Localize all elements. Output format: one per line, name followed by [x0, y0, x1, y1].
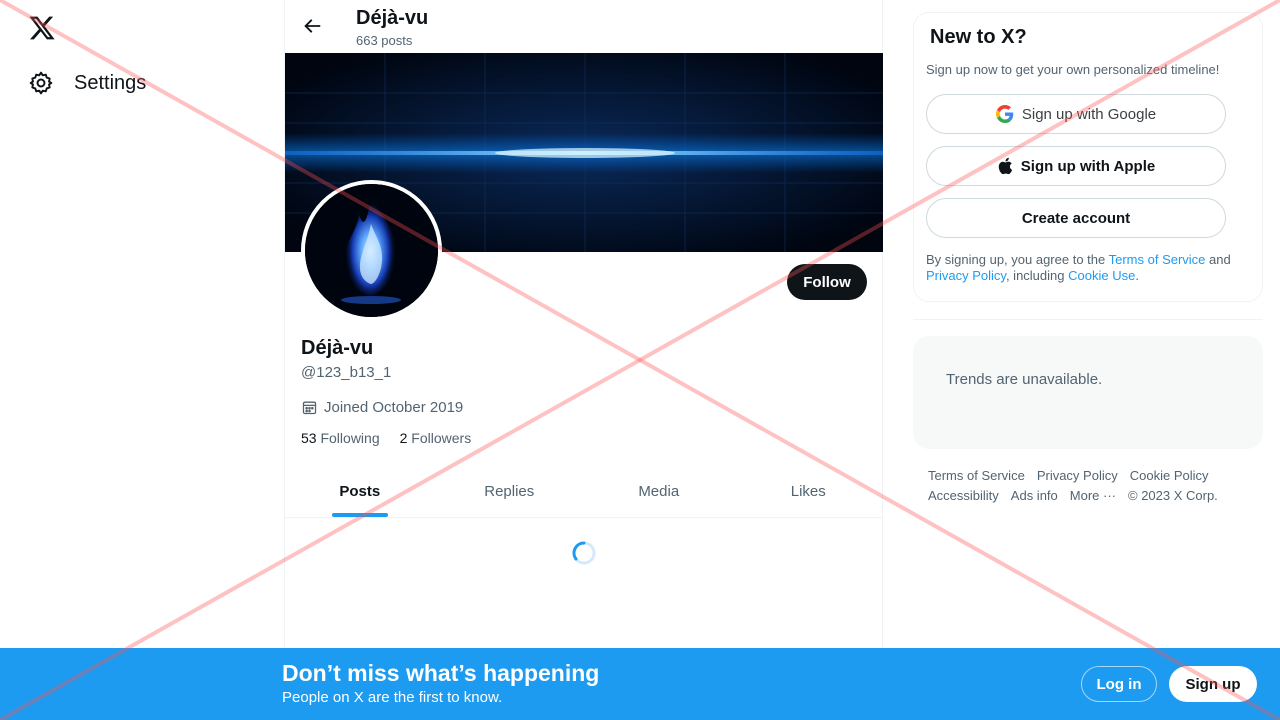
footer-cookie-link[interactable]: Cookie Policy [1130, 466, 1209, 486]
calendar-icon [302, 401, 317, 415]
profile-header-bar: Déjà-vu 663 posts [285, 0, 883, 53]
privacy-policy-link[interactable]: Privacy Policy [926, 268, 1006, 283]
signup-google-button[interactable]: Sign up with Google [926, 94, 1226, 134]
bottom-bar-subtext: People on X are the first to know. [282, 689, 503, 706]
cookie-use-link[interactable]: Cookie Use [1068, 268, 1135, 283]
active-tab-indicator [331, 513, 388, 517]
header-profile-name: Déjà-vu [356, 7, 429, 29]
tab-posts[interactable]: Posts [285, 465, 435, 517]
tab-replies-label: Replies [484, 482, 535, 500]
footer-privacy-link[interactable]: Privacy Policy [1037, 466, 1118, 486]
create-account-button[interactable]: Create account [926, 198, 1226, 238]
legal-including: , including [1005, 268, 1069, 283]
footer-ads-info-link[interactable]: Ads info [1011, 486, 1058, 506]
apple-logo-icon [998, 157, 1012, 175]
profile-name: Déjà-vu [301, 337, 374, 359]
following-count: 53 [301, 430, 317, 446]
back-arrow-icon[interactable] [301, 15, 323, 37]
divider [913, 319, 1263, 320]
footer-copyright: © 2023 X Corp. [1128, 488, 1218, 503]
settings-nav-item[interactable]: Settings [28, 66, 146, 100]
follow-button[interactable]: Follow [787, 264, 867, 300]
tab-likes[interactable]: Likes [734, 465, 884, 517]
profile-column: Déjà-vu 663 posts Follow Déjà-vu @123_b1… [284, 0, 883, 720]
followers-link[interactable]: 2 Followers [400, 430, 472, 446]
signup-button[interactable]: Sign up [1169, 666, 1257, 702]
bottom-signup-bar: Don’t miss what’s happening People on X … [0, 648, 1280, 720]
tab-likes-label: Likes [790, 482, 826, 500]
tab-media[interactable]: Media [584, 465, 734, 517]
trends-unavailable-text: Trends are unavailable. [946, 371, 1103, 388]
bottom-bar-headline: Don’t miss what’s happening [282, 660, 600, 686]
signup-card: New to X? Sign up now to get your own pe… [913, 12, 1263, 302]
following-label: Following [320, 430, 380, 446]
signup-subtitle: Sign up now to get your own personalized… [926, 62, 1220, 77]
followers-count: 2 [399, 430, 408, 446]
tab-media-label: Media [638, 482, 680, 500]
footer-terms-link[interactable]: Terms of Service [928, 466, 1025, 486]
footer-accessibility-link[interactable]: Accessibility [928, 486, 999, 506]
profile-tabs: Posts Replies Media Likes [285, 465, 883, 518]
settings-label: Settings [74, 71, 147, 94]
tab-replies[interactable]: Replies [435, 465, 585, 517]
signup-title: New to X? [930, 26, 1027, 48]
terms-of-service-link[interactable]: Terms of Service [1109, 252, 1206, 267]
signup-google-label: Sign up with Google [1021, 105, 1157, 123]
signup-legal-text: By signing up, you agree to the Terms of… [926, 252, 1246, 284]
loading-spinner-icon [572, 541, 596, 565]
profile-handle: @123_b13_1 [301, 364, 392, 381]
legal-and: and [1205, 252, 1231, 267]
followers-label: Followers [411, 430, 472, 446]
login-button[interactable]: Log in [1081, 666, 1157, 702]
blue-flame-avatar-image [305, 184, 438, 317]
legal-end: . [1135, 268, 1139, 283]
google-logo-icon [995, 105, 1014, 123]
left-nav: Settings [0, 0, 284, 720]
trends-panel: Trends are unavailable. [913, 336, 1263, 449]
signup-apple-label: Sign up with Apple [1020, 157, 1156, 175]
header-post-count: 663 posts [356, 33, 413, 48]
following-link[interactable]: 53 Following [301, 430, 380, 446]
profile-avatar[interactable] [301, 180, 442, 321]
follow-stats: 53 Following 2 Followers [301, 430, 471, 446]
signup-apple-button[interactable]: Sign up with Apple [926, 146, 1226, 186]
footer-more-button[interactable]: More ··· [1070, 486, 1116, 506]
create-account-label: Create account [1021, 209, 1131, 227]
tab-posts-label: Posts [339, 482, 381, 500]
footer-links: Terms of Service Privacy Policy Cookie P… [928, 466, 1258, 506]
joined-date: Joined October 2019 [301, 399, 463, 416]
gear-icon [29, 71, 53, 95]
joined-text: Joined October 2019 [324, 399, 464, 416]
right-sidebar: New to X? Sign up now to get your own pe… [883, 0, 1280, 720]
x-logo-icon[interactable] [28, 14, 56, 42]
legal-prefix: By signing up, you agree to the [926, 252, 1109, 267]
